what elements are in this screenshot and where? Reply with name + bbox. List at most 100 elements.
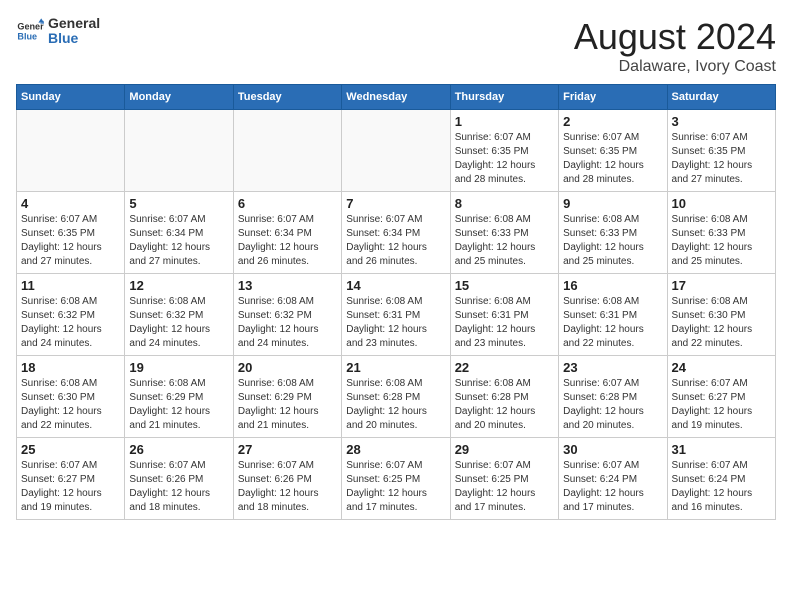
weekday-header: Friday (559, 85, 667, 110)
day-info: Sunrise: 6:07 AM Sunset: 6:28 PM Dayligh… (563, 377, 662, 433)
weekday-header-row: SundayMondayTuesdayWednesdayThursdayFrid… (17, 85, 776, 110)
day-info: Sunrise: 6:08 AM Sunset: 6:33 PM Dayligh… (672, 213, 771, 269)
calendar-day-cell: 5 Sunrise: 6:07 AM Sunset: 6:34 PM Daylig… (125, 192, 233, 274)
calendar-day-cell: 29 Sunrise: 6:07 AM Sunset: 6:25 PM Dayli… (450, 438, 558, 520)
calendar-day-cell: 14Sunrise: 6:08 AM Sunset: 6:31 PM Dayli… (342, 274, 450, 356)
day-number: 13 (238, 278, 337, 293)
calendar-day-cell: 23 Sunrise: 6:07 AM Sunset: 6:28 PM Dayli… (559, 356, 667, 438)
day-number: 4 (21, 196, 120, 211)
calendar-week-row: 4 Sunrise: 6:07 AM Sunset: 6:35 PM Daylig… (17, 192, 776, 274)
day-info: Sunrise: 6:08 AM Sunset: 6:28 PM Dayligh… (455, 377, 554, 433)
day-info: Sunrise: 6:08 AM Sunset: 6:31 PM Dayligh… (455, 295, 554, 351)
calendar-day-cell: 16 Sunrise: 6:08 AM Sunset: 6:31 PM Dayli… (559, 274, 667, 356)
calendar-day-cell: 22 Sunrise: 6:08 AM Sunset: 6:28 PM Dayli… (450, 356, 558, 438)
day-number: 22 (455, 360, 554, 375)
calendar-day-cell (125, 110, 233, 192)
calendar-week-row: 1 Sunrise: 6:07 AM Sunset: 6:35 PM Daylig… (17, 110, 776, 192)
logo-icon: General Blue (16, 17, 44, 45)
day-number: 29 (455, 442, 554, 457)
day-info: Sunrise: 6:07 AM Sunset: 6:35 PM Dayligh… (455, 131, 554, 187)
calendar-day-cell: 20Sunrise: 6:08 AM Sunset: 6:29 PM Dayli… (233, 356, 341, 438)
weekday-header: Saturday (667, 85, 775, 110)
day-number: 19 (129, 360, 228, 375)
day-number: 18 (21, 360, 120, 375)
day-info: Sunrise: 6:07 AM Sunset: 6:35 PM Dayligh… (672, 131, 771, 187)
calendar-day-cell: 13 Sunrise: 6:08 AM Sunset: 6:32 PM Dayli… (233, 274, 341, 356)
day-info: Sunrise: 6:07 AM Sunset: 6:35 PM Dayligh… (21, 213, 120, 269)
day-info: Sunrise: 6:07 AM Sunset: 6:34 PM Dayligh… (346, 213, 445, 269)
calendar-day-cell: 7 Sunrise: 6:07 AM Sunset: 6:34 PM Daylig… (342, 192, 450, 274)
day-number: 26 (129, 442, 228, 457)
day-info: Sunrise: 6:08 AM Sunset: 6:30 PM Dayligh… (672, 295, 771, 351)
day-info: Sunrise: 6:08 AM Sunset: 6:32 PM Dayligh… (129, 295, 228, 351)
logo-line1: General (48, 16, 100, 31)
day-number: 30 (563, 442, 662, 457)
day-number: 5 (129, 196, 228, 211)
day-info: Sunrise: 6:08 AM Sunset: 6:32 PM Dayligh… (238, 295, 337, 351)
day-number: 15 (455, 278, 554, 293)
calendar-day-cell: 21Sunrise: 6:08 AM Sunset: 6:28 PM Dayli… (342, 356, 450, 438)
calendar-day-cell: 18 Sunrise: 6:08 AM Sunset: 6:30 PM Dayli… (17, 356, 125, 438)
day-info: Sunrise: 6:08 AM Sunset: 6:30 PM Dayligh… (21, 377, 120, 433)
day-info: Sunrise: 6:08 AM Sunset: 6:29 PM Dayligh… (129, 377, 228, 433)
day-number: 25 (21, 442, 120, 457)
calendar-week-row: 25Sunrise: 6:07 AM Sunset: 6:27 PM Dayli… (17, 438, 776, 520)
day-number: 16 (563, 278, 662, 293)
weekday-header: Sunday (17, 85, 125, 110)
calendar-day-cell: 12Sunrise: 6:08 AM Sunset: 6:32 PM Dayli… (125, 274, 233, 356)
calendar-day-cell (342, 110, 450, 192)
day-number: 1 (455, 114, 554, 129)
day-info: Sunrise: 6:08 AM Sunset: 6:33 PM Dayligh… (563, 213, 662, 269)
day-number: 31 (672, 442, 771, 457)
calendar-table: SundayMondayTuesdayWednesdayThursdayFrid… (16, 84, 776, 520)
day-info: Sunrise: 6:08 AM Sunset: 6:31 PM Dayligh… (346, 295, 445, 351)
calendar-day-cell: 11 Sunrise: 6:08 AM Sunset: 6:32 PM Dayli… (17, 274, 125, 356)
day-number: 10 (672, 196, 771, 211)
logo-line2: Blue (48, 31, 100, 46)
day-info: Sunrise: 6:07 AM Sunset: 6:26 PM Dayligh… (238, 459, 337, 515)
day-number: 28 (346, 442, 445, 457)
logo-text: General Blue (48, 16, 100, 47)
calendar-day-cell: 27Sunrise: 6:07 AM Sunset: 6:26 PM Dayli… (233, 438, 341, 520)
calendar-day-cell: 26 Sunrise: 6:07 AM Sunset: 6:26 PM Dayli… (125, 438, 233, 520)
calendar-day-cell: 9 Sunrise: 6:08 AM Sunset: 6:33 PM Daylig… (559, 192, 667, 274)
calendar-week-row: 18 Sunrise: 6:08 AM Sunset: 6:30 PM Dayli… (17, 356, 776, 438)
calendar-day-cell: 2Sunrise: 6:07 AM Sunset: 6:35 PM Daylig… (559, 110, 667, 192)
calendar-day-cell: 1 Sunrise: 6:07 AM Sunset: 6:35 PM Daylig… (450, 110, 558, 192)
page-header: General Blue General Blue August 2024 Da… (16, 16, 776, 76)
weekday-header: Wednesday (342, 85, 450, 110)
day-number: 23 (563, 360, 662, 375)
svg-text:General: General (17, 22, 44, 32)
day-number: 11 (21, 278, 120, 293)
title-block: August 2024 Dalaware, Ivory Coast (574, 16, 776, 76)
weekday-header: Thursday (450, 85, 558, 110)
day-info: Sunrise: 6:07 AM Sunset: 6:35 PM Dayligh… (563, 131, 662, 187)
day-number: 6 (238, 196, 337, 211)
day-info: Sunrise: 6:08 AM Sunset: 6:28 PM Dayligh… (346, 377, 445, 433)
day-info: Sunrise: 6:07 AM Sunset: 6:25 PM Dayligh… (455, 459, 554, 515)
day-info: Sunrise: 6:07 AM Sunset: 6:24 PM Dayligh… (563, 459, 662, 515)
weekday-header: Monday (125, 85, 233, 110)
day-number: 17 (672, 278, 771, 293)
day-number: 3 (672, 114, 771, 129)
calendar-day-cell: 19 Sunrise: 6:08 AM Sunset: 6:29 PM Dayli… (125, 356, 233, 438)
day-info: Sunrise: 6:07 AM Sunset: 6:34 PM Dayligh… (129, 213, 228, 269)
calendar-day-cell: 3 Sunrise: 6:07 AM Sunset: 6:35 PM Daylig… (667, 110, 775, 192)
day-info: Sunrise: 6:08 AM Sunset: 6:33 PM Dayligh… (455, 213, 554, 269)
day-info: Sunrise: 6:08 AM Sunset: 6:31 PM Dayligh… (563, 295, 662, 351)
day-number: 24 (672, 360, 771, 375)
day-number: 20 (238, 360, 337, 375)
day-number: 7 (346, 196, 445, 211)
calendar-day-cell: 6Sunrise: 6:07 AM Sunset: 6:34 PM Daylig… (233, 192, 341, 274)
calendar-day-cell: 10 Sunrise: 6:08 AM Sunset: 6:33 PM Dayli… (667, 192, 775, 274)
day-info: Sunrise: 6:07 AM Sunset: 6:25 PM Dayligh… (346, 459, 445, 515)
calendar-week-row: 11 Sunrise: 6:08 AM Sunset: 6:32 PM Dayli… (17, 274, 776, 356)
day-number: 9 (563, 196, 662, 211)
subtitle: Dalaware, Ivory Coast (574, 58, 776, 76)
day-info: Sunrise: 6:07 AM Sunset: 6:26 PM Dayligh… (129, 459, 228, 515)
calendar-day-cell: 4 Sunrise: 6:07 AM Sunset: 6:35 PM Daylig… (17, 192, 125, 274)
day-info: Sunrise: 6:08 AM Sunset: 6:32 PM Dayligh… (21, 295, 120, 351)
calendar-day-cell (233, 110, 341, 192)
calendar-day-cell: 24Sunrise: 6:07 AM Sunset: 6:27 PM Dayli… (667, 356, 775, 438)
day-number: 8 (455, 196, 554, 211)
